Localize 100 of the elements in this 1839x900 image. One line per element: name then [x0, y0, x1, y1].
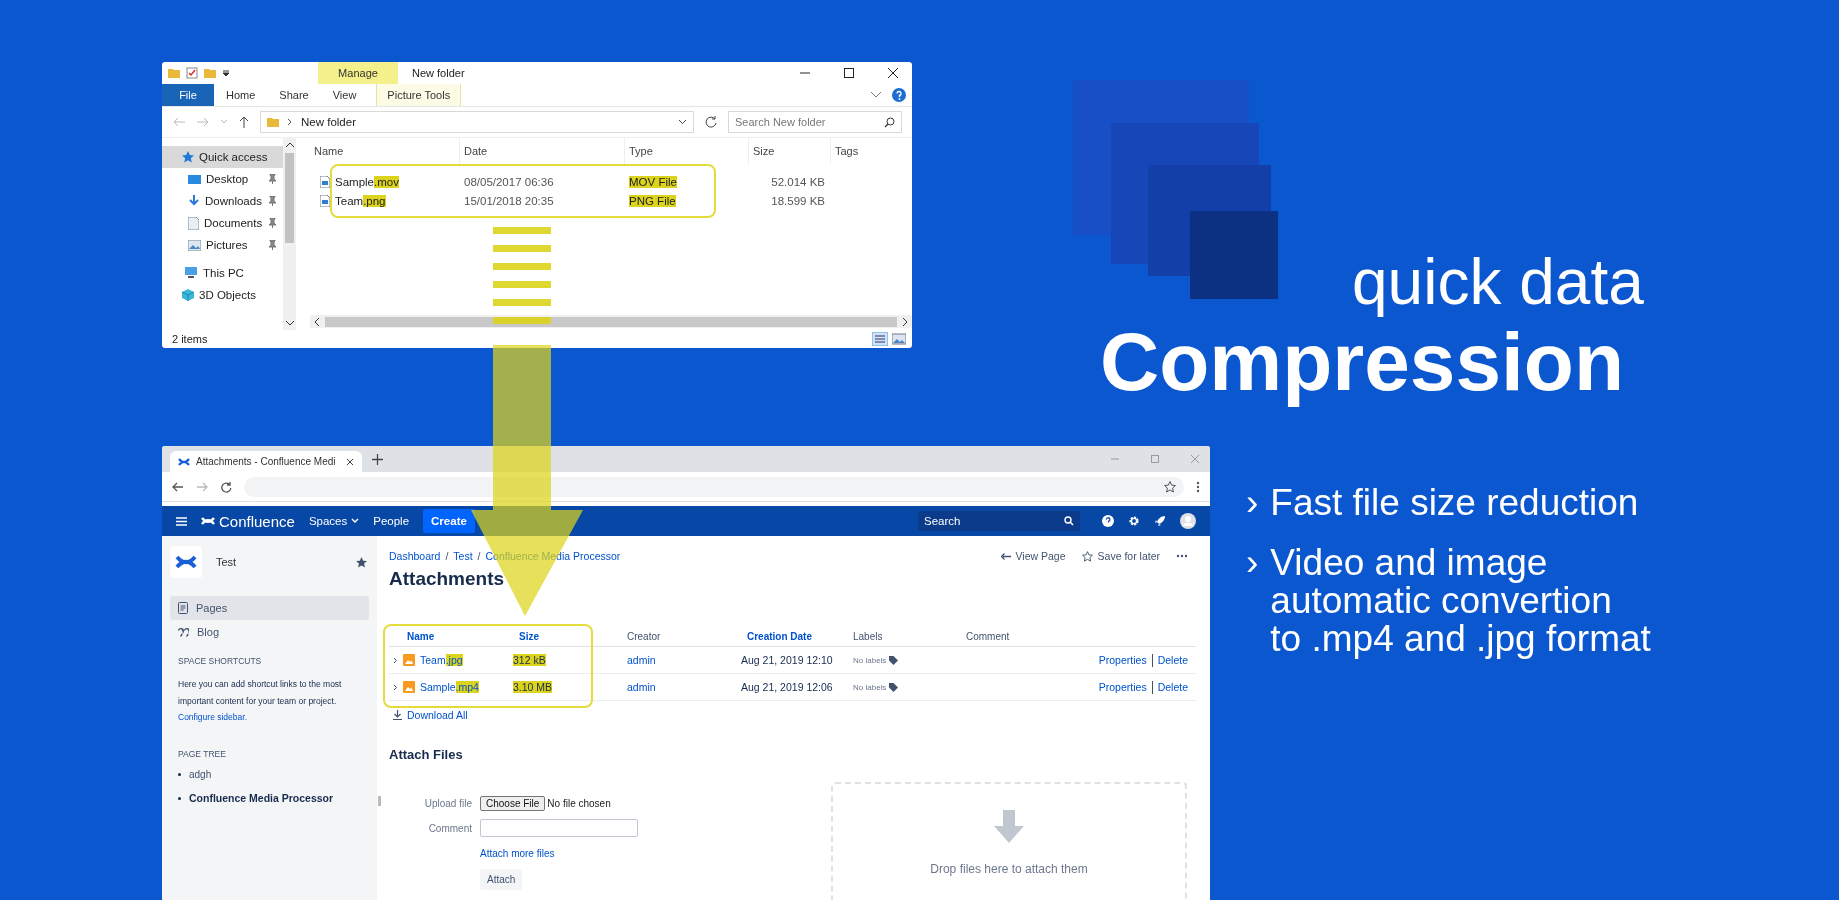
search-icon: [884, 116, 895, 128]
configure-sidebar-link[interactable]: Configure sidebar.: [178, 710, 247, 725]
refresh-icon[interactable]: [704, 115, 718, 129]
address-text: New folder: [301, 116, 356, 128]
nav-pane-item[interactable]: Pictures: [162, 234, 283, 256]
page-tree-item[interactable]: Confluence Media Processor: [178, 792, 369, 804]
page-tree-item[interactable]: adgh: [178, 769, 369, 780]
create-button[interactable]: Create: [423, 509, 475, 533]
chevron-down-icon[interactable]: [870, 91, 882, 99]
space-logo-icon[interactable]: [170, 546, 202, 578]
save-for-later-button[interactable]: Save for later: [1081, 550, 1160, 562]
download-icon: [188, 195, 200, 207]
attach-button[interactable]: Attach: [480, 869, 523, 890]
creator-link[interactable]: admin: [627, 681, 741, 693]
new-tab-icon[interactable]: [372, 453, 383, 465]
scroll-up-icon[interactable]: [284, 141, 295, 149]
column-header[interactable]: Creation Date: [741, 630, 853, 642]
close-icon[interactable]: [887, 67, 899, 79]
window-title: New folder: [412, 67, 465, 79]
nav-pane-item[interactable]: Downloads: [162, 190, 283, 212]
choose-file-button[interactable]: Choose File: [480, 795, 546, 811]
scroll-down-icon[interactable]: [284, 319, 295, 327]
star-icon[interactable]: [356, 556, 367, 568]
column-header[interactable]: Name: [393, 630, 513, 642]
sidebar-item[interactable]: Blog: [170, 620, 369, 644]
section-heading: Attach Files: [389, 747, 464, 762]
attachment-action-link[interactable]: Properties: [1098, 654, 1147, 666]
breadcrumb-link[interactable]: Dashboard: [389, 550, 441, 562]
avatar-icon[interactable]: [1180, 513, 1196, 529]
close-icon[interactable]: [346, 457, 354, 466]
attachment-action-link[interactable]: Delete: [1157, 681, 1188, 693]
column-header[interactable]: Type: [625, 138, 749, 164]
drop-zone[interactable]: Drop files here to attach them: [831, 782, 1187, 900]
product-logo[interactable]: Confluence: [201, 512, 295, 530]
back-arrow-icon: [1000, 552, 1011, 560]
attachment-name[interactable]: Sample.mp4: [393, 681, 513, 693]
scroll-left-icon[interactable]: [313, 316, 321, 327]
column-header[interactable]: Size: [749, 138, 831, 164]
settings-icon[interactable]: [1128, 515, 1140, 527]
view-page-button[interactable]: View Page: [1000, 550, 1066, 562]
file-tab[interactable]: File: [162, 84, 214, 106]
creator-link[interactable]: admin: [627, 654, 741, 666]
help-icon[interactable]: [1102, 515, 1114, 527]
sidebar-item[interactable]: Pages: [170, 596, 369, 620]
scrollbar[interactable]: [310, 315, 912, 328]
nav-pane-item[interactable]: This PC: [162, 262, 283, 284]
page-title: Attachments: [389, 568, 506, 590]
chevron-down-icon[interactable]: [678, 119, 687, 125]
image-file-icon: [320, 194, 330, 207]
space-name[interactable]: Test: [216, 556, 237, 568]
browser-tab[interactable]: Attachments - Confluence Medi: [170, 451, 362, 472]
ribbon-tab[interactable]: View: [320, 84, 369, 106]
reload-icon[interactable]: [220, 480, 232, 493]
details-view-icon[interactable]: [872, 332, 888, 346]
more-icon[interactable]: [1176, 554, 1188, 558]
attachment-name[interactable]: Team.jpg: [393, 654, 513, 666]
nav-menu-item[interactable]: Spaces: [308, 515, 360, 527]
nav-pane-item[interactable]: 3D Objects: [162, 284, 283, 306]
resize-handle[interactable]: [378, 796, 381, 806]
bookmark-star-icon[interactable]: [1164, 480, 1176, 493]
column-header[interactable]: Size: [513, 630, 627, 642]
menu-icon[interactable]: [176, 516, 187, 526]
maximize-icon[interactable]: [843, 67, 855, 79]
back-icon[interactable]: [172, 480, 184, 493]
breadcrumb-link[interactable]: Test: [453, 550, 473, 562]
breadcrumb-separator: /: [477, 550, 481, 562]
nav-pane-item[interactable]: Quick access: [162, 146, 283, 168]
column-header[interactable]: Tags: [831, 138, 891, 164]
search-field[interactable]: Search: [918, 511, 1080, 531]
attachment-action-link[interactable]: Delete: [1157, 654, 1188, 666]
column-header[interactable]: Date: [460, 138, 625, 164]
document-icon: [188, 216, 199, 230]
file-name[interactable]: Team.png: [310, 194, 460, 207]
field-label: Comment: [427, 822, 472, 834]
labels-cell: No labels: [853, 682, 966, 692]
ribbon-tab[interactable]: Share: [267, 84, 321, 106]
ribbon-tab[interactable]: Home: [214, 84, 268, 106]
comment-field[interactable]: [480, 819, 638, 837]
up-arrow-icon[interactable]: [238, 115, 250, 129]
column-header[interactable]: Name: [310, 138, 460, 164]
attach-more-files-link[interactable]: Attach more files: [480, 847, 555, 859]
item-count: 2 items: [172, 333, 208, 345]
address-bar[interactable]: New folder: [260, 111, 694, 133]
rocket-icon[interactable]: [1154, 515, 1166, 527]
file-date: 15/01/2018 20:35: [463, 194, 555, 207]
attachment-action-link[interactable]: Properties: [1098, 681, 1147, 693]
help-icon[interactable]: [892, 88, 906, 102]
bullet-marker: ›: [1246, 544, 1259, 585]
file-name[interactable]: Sample.mov: [310, 175, 460, 188]
nav-pane-item[interactable]: Desktop: [162, 168, 283, 190]
nav-pane-item[interactable]: Documents: [162, 212, 283, 234]
thumbnail-view-icon[interactable]: [892, 333, 906, 345]
scrollbar[interactable]: [283, 138, 296, 330]
scroll-right-icon[interactable]: [901, 316, 909, 327]
search-field[interactable]: Search New folder: [728, 111, 902, 133]
download-all-link[interactable]: Download All: [393, 709, 1196, 721]
context-tab-label[interactable]: Manage: [318, 62, 398, 84]
more-icon[interactable]: [1196, 480, 1200, 493]
nav-menu-item[interactable]: People: [373, 515, 410, 527]
url-field[interactable]: [244, 476, 1184, 497]
